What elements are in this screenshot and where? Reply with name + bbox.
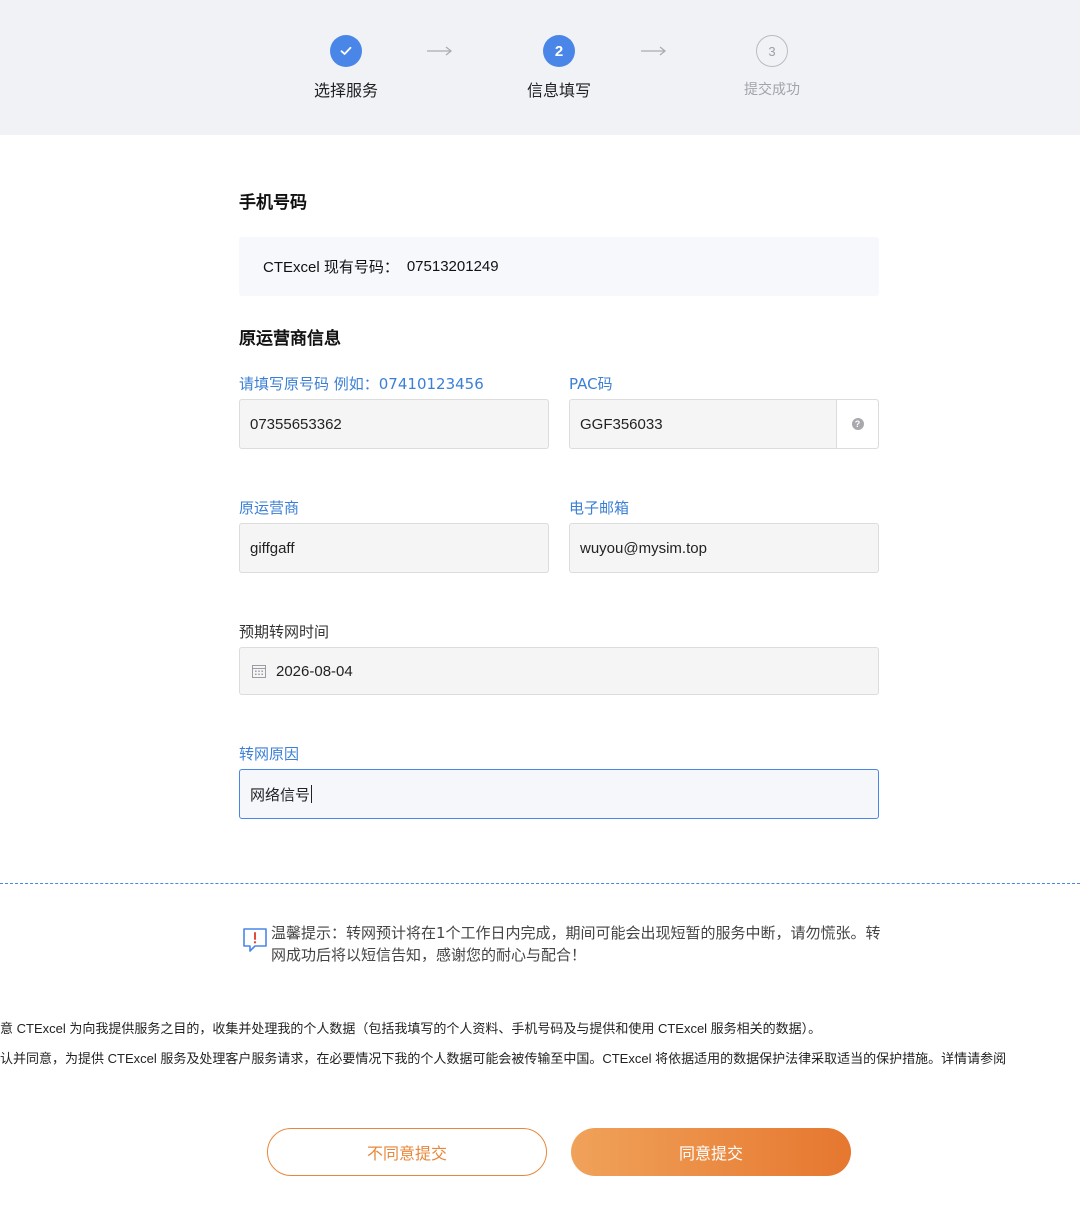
reason-value: 网络信号 bbox=[250, 786, 311, 804]
transfer-date-picker[interactable]: 2026-08-04 bbox=[239, 647, 879, 695]
arrow-right-icon bbox=[641, 46, 667, 56]
step-number: 3 bbox=[756, 35, 788, 67]
dashed-divider bbox=[0, 883, 1080, 884]
progress-stepper: 选择服务 2 信息填写 3 提交成功 bbox=[0, 0, 1080, 135]
calendar-icon bbox=[252, 665, 266, 678]
consent-line-2: 认并同意，为提供 CTExcel 服务及处理客户服务请求，在必要情况下我的个人数… bbox=[0, 1051, 1007, 1066]
pac-code-label: PAC码 bbox=[569, 375, 613, 393]
step-label: 提交成功 bbox=[744, 82, 800, 98]
tip-text: 温馨提示：转网预计将在1个工作日内完成，期间可能会出现短暂的服务中断，请勿慌张。… bbox=[271, 924, 881, 964]
text-caret bbox=[311, 785, 313, 803]
carrier-label: 原运营商 bbox=[239, 499, 300, 517]
email-value: wuyou@mysim.top bbox=[580, 539, 707, 557]
check-icon bbox=[330, 35, 362, 67]
original-number-label: 请填写原号码 例如：07410123456 bbox=[239, 375, 484, 393]
step-select-service: 选择服务 bbox=[276, 35, 416, 101]
step-submit-success: 3 提交成功 bbox=[702, 35, 842, 99]
transfer-date-label: 预期转网时间 bbox=[239, 623, 330, 641]
section-title-phone: 手机号码 bbox=[239, 193, 307, 213]
question-icon: ? bbox=[851, 418, 864, 430]
step-label: 选择服务 bbox=[313, 81, 378, 100]
agree-submit-button[interactable]: 同意提交 bbox=[571, 1128, 851, 1176]
current-number-box: CTExcel 现有号码： 07513201249 bbox=[239, 237, 879, 296]
consent-line-1: 意 CTExcel 为向我提供服务之目的，收集并处理我的个人数据（包括我填写的个… bbox=[0, 1021, 822, 1036]
original-number-value: 07355653362 bbox=[250, 415, 342, 433]
step-label: 信息填写 bbox=[526, 81, 591, 100]
pac-code-value: GGF356033 bbox=[580, 415, 663, 433]
disagree-submit-button[interactable]: 不同意提交 bbox=[267, 1128, 547, 1176]
carrier-input[interactable]: giffgaff bbox=[239, 523, 549, 573]
alert-message-icon bbox=[243, 928, 267, 952]
current-number-value: 07513201249 bbox=[406, 258, 499, 275]
reason-input[interactable]: 网络信号 bbox=[239, 769, 879, 819]
pac-code-input[interactable]: GGF356033 ? bbox=[569, 399, 879, 449]
step-fill-info: 2 信息填写 bbox=[489, 35, 629, 101]
email-input[interactable]: wuyou@mysim.top bbox=[569, 523, 879, 573]
pac-help-button[interactable]: ? bbox=[836, 400, 878, 448]
step-number: 2 bbox=[543, 35, 575, 67]
email-label: 电子邮箱 bbox=[569, 499, 630, 517]
arrow-right-icon bbox=[427, 46, 453, 56]
transfer-date-value: 2026-08-04 bbox=[276, 662, 353, 680]
original-number-input[interactable]: 07355653362 bbox=[239, 399, 549, 449]
current-number-label: CTExcel 现有号码： bbox=[263, 259, 399, 276]
section-title-carrier: 原运营商信息 bbox=[239, 329, 341, 349]
reason-label: 转网原因 bbox=[239, 745, 300, 763]
carrier-value: giffgaff bbox=[250, 539, 295, 557]
